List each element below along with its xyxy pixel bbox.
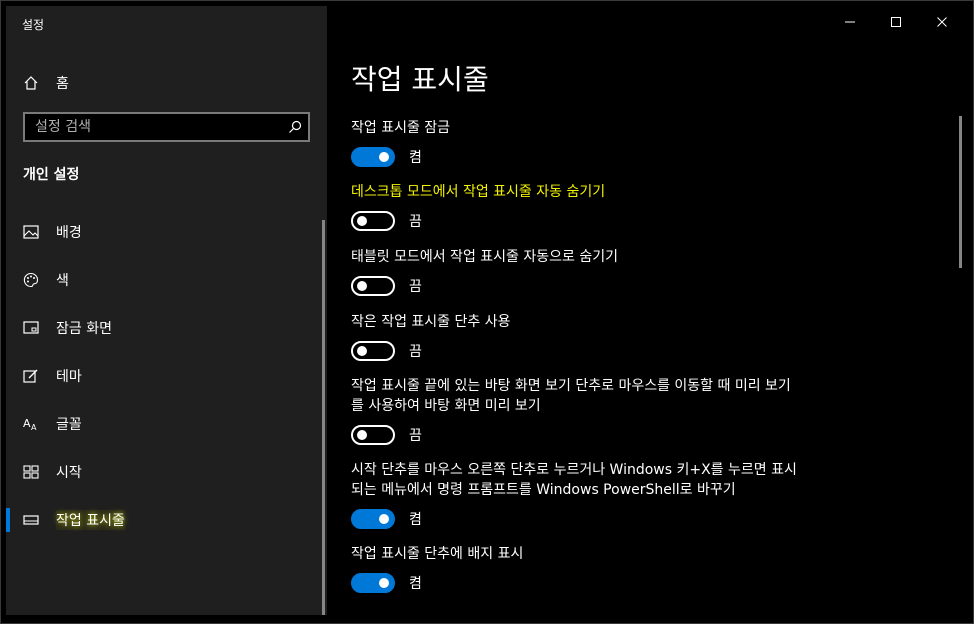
setting-label: 태블릿 모드에서 작업 표시줄 자동으로 숨기기	[351, 249, 618, 265]
toggle-knob	[357, 430, 367, 440]
sidebar-item-background[interactable]: 배경	[6, 208, 327, 256]
start-icon	[22, 463, 40, 481]
settings-window: 설정 홈 개인 설정 배경	[0, 0, 974, 624]
sidebar-item-lock-screen[interactable]: 잠금 화면	[6, 304, 327, 352]
setting-lock-taskbar: 작업 표시줄 잠금 켬	[351, 118, 801, 167]
search-icon[interactable]	[282, 114, 308, 140]
toggle-knob	[379, 514, 389, 524]
setting-powershell: 시작 단추를 마우스 오른쪽 단추로 누르거나 Windows 키+X를 누르면…	[351, 460, 801, 529]
picture-icon	[22, 223, 40, 241]
sidebar-item-label: 테마	[56, 369, 82, 385]
small-buttons-toggle[interactable]	[351, 341, 395, 361]
toggle-knob	[357, 346, 367, 356]
font-icon: AA	[22, 415, 40, 433]
sidebar-item-label: 색	[56, 273, 69, 289]
sidebar-item-label: 잠금 화면	[56, 321, 112, 337]
svg-text:A: A	[23, 417, 31, 430]
toggle-state: 끔	[409, 344, 422, 360]
sidebar-item-color[interactable]: 색	[6, 256, 327, 304]
toggle-knob	[379, 578, 389, 588]
toggle-state: 켬	[409, 576, 422, 592]
page-title: 작업 표시줄	[351, 63, 489, 96]
setting-label: 작업 표시줄 단추에 배지 표시	[351, 546, 524, 562]
home-link[interactable]: 홈	[22, 70, 69, 96]
setting-small-buttons: 작은 작업 표시줄 단추 사용 끔	[351, 312, 801, 361]
home-icon	[22, 74, 40, 92]
setting-autohide-tablet: 태블릿 모드에서 작업 표시줄 자동으로 숨기기 끔	[351, 247, 801, 296]
setting-label: 데스크톱 모드에서 작업 표시줄 자동 숨기기	[351, 184, 606, 200]
toggle-knob	[357, 216, 367, 226]
taskbar-icon	[22, 511, 40, 529]
sidebar-item-theme[interactable]: 테마	[6, 352, 327, 400]
close-icon	[937, 17, 947, 27]
sidebar-item-label: 작업 표시줄	[56, 510, 125, 530]
titlebar-controls	[827, 6, 965, 38]
sidebar-item-fonts[interactable]: AA 글꼴	[6, 400, 327, 448]
peek-preview-toggle[interactable]	[351, 425, 395, 445]
maximize-icon	[891, 17, 901, 27]
toggle-state: 끔	[409, 428, 422, 444]
setting-peek-preview: 작업 표시줄 끝에 있는 바탕 화면 보기 단추로 마우스를 이동할 때 미리 …	[351, 376, 801, 445]
palette-icon	[22, 271, 40, 289]
toggle-knob	[357, 281, 367, 291]
sidebar-item-taskbar[interactable]: 작업 표시줄	[6, 496, 327, 544]
setting-badges: 작업 표시줄 단추에 배지 표시 켬	[351, 544, 801, 593]
sidebar-item-label: 배경	[56, 225, 82, 241]
section-title: 개인 설정	[23, 167, 80, 183]
setting-label: 작은 작업 표시줄 단추 사용	[351, 314, 511, 330]
lock-taskbar-toggle[interactable]	[351, 147, 395, 167]
close-button[interactable]	[919, 6, 965, 38]
badges-toggle[interactable]	[351, 573, 395, 593]
sidebar-item-label: 글꼴	[56, 417, 82, 433]
toggle-state: 켬	[409, 150, 422, 166]
app-title: 설정	[22, 18, 45, 32]
maximize-button[interactable]	[873, 6, 919, 38]
search-box[interactable]	[23, 112, 310, 142]
theme-icon	[22, 367, 40, 385]
setting-autohide-desktop: 데스크톱 모드에서 작업 표시줄 자동 숨기기 끔	[351, 182, 801, 231]
setting-label: 시작 단추를 마우스 오른쪽 단추로 누르거나 Windows 키+X를 누르면…	[351, 462, 797, 498]
nav-list: 배경 색 잠금 화면 테마 A A 글꼴 시작 작업 표시줄	[6, 208, 327, 544]
search-input[interactable]	[25, 119, 282, 135]
sidebar-item-start[interactable]: 시작	[6, 448, 327, 496]
autohide-desktop-toggle[interactable]	[351, 211, 395, 231]
setting-label: 작업 표시줄 잠금	[351, 120, 451, 136]
minimize-icon	[845, 21, 855, 23]
toggle-state: 켬	[409, 512, 422, 528]
toggle-state: 끔	[409, 214, 422, 230]
selection-indicator	[6, 508, 10, 532]
sidebar-scrollbar[interactable]	[322, 220, 325, 615]
lock-screen-icon	[22, 319, 40, 337]
sidebar: 설정 홈 개인 설정 배경	[6, 6, 327, 615]
main-scrollbar[interactable]	[959, 116, 962, 268]
powershell-toggle[interactable]	[351, 509, 395, 529]
svg-text:A: A	[31, 423, 37, 432]
toggle-knob	[379, 152, 389, 162]
home-label: 홈	[56, 76, 69, 92]
minimize-button[interactable]	[827, 6, 873, 38]
autohide-tablet-toggle[interactable]	[351, 276, 395, 296]
setting-label: 작업 표시줄 끝에 있는 바탕 화면 보기 단추로 마우스를 이동할 때 미리 …	[351, 378, 791, 414]
toggle-state: 끔	[409, 279, 422, 295]
sidebar-item-label: 시작	[56, 465, 82, 481]
main-content: 작업 표시줄 작업 표시줄 잠금 켬 데스크톱 모드에서 작업 표시줄 자동 숨…	[327, 6, 967, 615]
